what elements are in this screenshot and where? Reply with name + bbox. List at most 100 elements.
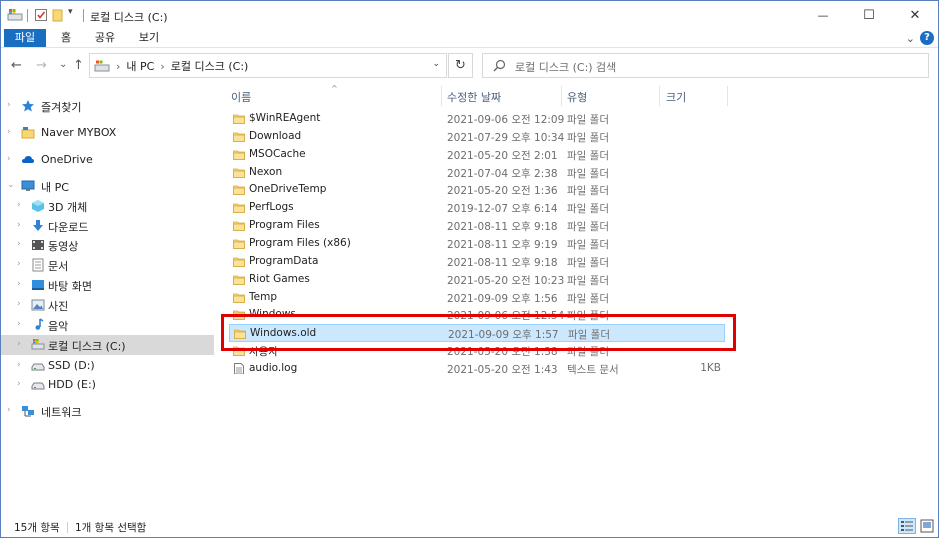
file-type: 파일 폴더 (567, 274, 609, 287)
sidebar-item[interactable]: › 바탕 화면 (1, 275, 214, 295)
expand-chevron-icon[interactable]: › (17, 339, 21, 349)
sidebar-item[interactable]: › 다운로드 (1, 216, 214, 236)
qat-customize-icon[interactable]: ▾ (68, 7, 73, 17)
new-folder-icon[interactable] (52, 8, 64, 22)
file-row[interactable]: Riot Games 2021-05-20 오전 10:23 파일 폴더 (229, 271, 725, 289)
folder-icon (233, 293, 245, 303)
tab-home[interactable]: 홈 (56, 29, 76, 47)
search-input[interactable]: 로컬 디스크 (C:) 검색 (482, 53, 929, 78)
expand-chevron-icon[interactable]: › (7, 127, 11, 137)
minimize-button[interactable]: — (800, 1, 846, 29)
expand-chevron-icon[interactable]: › (17, 379, 21, 389)
forward-button[interactable]: → (36, 58, 47, 73)
sidebar-item[interactable]: › HDD (E:) (1, 375, 214, 395)
expand-chevron-icon[interactable]: › (17, 259, 21, 269)
refresh-icon: ↻ (455, 58, 466, 73)
sidebar-item[interactable]: › 즐겨찾기 (1, 96, 214, 116)
sidebar-item[interactable]: › 로컬 디스크 (C:) (1, 335, 214, 355)
file-row[interactable]: audio.log 2021-05-20 오전 1:43 텍스트 문서 1KB (229, 360, 725, 378)
file-row[interactable]: 사용자 2021-05-20 오전 1:38 파일 폴더 (229, 342, 725, 360)
file-name: Program Files (249, 219, 320, 232)
maximize-button[interactable]: ☐ (846, 1, 892, 29)
column-header-size[interactable]: 크기 (666, 89, 686, 109)
file-row[interactable]: Program Files 2021-08-11 오후 9:18 파일 폴더 (229, 217, 725, 235)
address-dropdown-icon[interactable]: ⌄ (432, 59, 440, 69)
sidebar-item[interactable]: ⌄ 내 PC (1, 176, 214, 196)
sidebar-item[interactable]: › 사진 (1, 295, 214, 315)
file-row[interactable]: OneDriveTemp 2021-05-20 오전 1:36 파일 폴더 (229, 181, 725, 199)
column-separator[interactable] (561, 86, 562, 106)
system-drive-icon[interactable] (7, 8, 23, 22)
file-type: 파일 폴더 (567, 185, 609, 198)
title-separator (83, 9, 84, 22)
large-icons-view-button[interactable] (918, 518, 936, 534)
tab-file[interactable]: 파일 (4, 29, 46, 47)
expand-chevron-icon[interactable]: › (17, 299, 21, 309)
properties-icon[interactable] (34, 8, 48, 22)
up-button[interactable]: ↑ (73, 58, 84, 73)
recent-locations-button[interactable]: ⌄ (59, 59, 67, 70)
expand-chevron-icon[interactable]: › (17, 279, 21, 289)
sidebar-item[interactable]: › 음악 (1, 315, 214, 335)
breadcrumb-this-pc[interactable]: 내 PC (126, 58, 154, 74)
sidebar-item[interactable]: › 문서 (1, 255, 214, 275)
back-button[interactable]: ← (11, 58, 22, 73)
file-type: 파일 폴더 (567, 238, 609, 251)
sidebar-item[interactable]: › 네트워크 (1, 401, 214, 421)
column-header-type[interactable]: 유형 (567, 89, 587, 109)
breadcrumb-local-disk[interactable]: 로컬 디스크 (C:) (171, 58, 249, 74)
help-icon[interactable]: ? (920, 31, 934, 45)
breadcrumb-separator[interactable]: › (116, 60, 120, 73)
collapse-chevron-icon[interactable]: ⌄ (7, 180, 15, 190)
column-header-name[interactable]: 이름 (231, 89, 251, 109)
tab-view[interactable]: 보기 (134, 29, 164, 47)
file-row[interactable]: Download 2021-07-29 오후 10:34 파일 폴더 (229, 128, 725, 146)
expand-chevron-icon[interactable]: › (7, 405, 11, 415)
address-bar[interactable]: › 내 PC › 로컬 디스크 (C:) ⌄ (89, 53, 447, 78)
column-separator[interactable] (441, 86, 442, 106)
file-row[interactable]: Nexon 2021-07-04 오후 2:38 파일 폴더 (229, 164, 725, 182)
sidebar-item[interactable]: › 3D 개체 (1, 196, 214, 216)
file-name: Riot Games (249, 272, 310, 285)
file-row[interactable]: MSOCache 2021-05-20 오전 2:01 파일 폴더 (229, 146, 725, 164)
expand-chevron-icon[interactable]: › (17, 360, 21, 370)
folder-icon (233, 239, 245, 249)
details-view-button[interactable] (898, 518, 916, 534)
expand-chevron-icon[interactable]: › (17, 239, 21, 249)
sidebar-item[interactable]: › SSD (D:) (1, 356, 214, 376)
search-icon (493, 59, 506, 72)
file-row[interactable]: Temp 2021-09-09 오후 1:56 파일 폴더 (229, 289, 725, 307)
file-row[interactable]: PerfLogs 2019-12-07 오후 6:14 파일 폴더 (229, 199, 725, 217)
close-button[interactable]: ✕ (892, 1, 938, 29)
file-name: Temp (249, 290, 277, 303)
file-row[interactable]: Windows 2021-09-06 오전 12:54 파일 폴더 (229, 306, 725, 324)
column-separator[interactable] (659, 86, 660, 106)
breadcrumb-separator[interactable]: › (160, 60, 164, 73)
file-row[interactable]: Windows.old 2021-09-09 오후 1:57 파일 폴더 (229, 324, 725, 343)
file-row[interactable]: ProgramData 2021-08-11 오후 9:18 파일 폴더 (229, 253, 725, 271)
file-type: 파일 폴더 (567, 221, 609, 234)
folder-icon (233, 185, 245, 196)
column-header-date[interactable]: 수정한 날짜 (447, 89, 501, 109)
cube-icon (32, 200, 44, 212)
file-row[interactable]: $WinREAgent 2021-09-06 오전 12:09 파일 폴더 (229, 110, 725, 128)
column-separator[interactable] (727, 86, 728, 106)
file-row[interactable]: Program Files (x86) 2021-08-11 오후 9:19 파일 … (229, 235, 725, 253)
tab-share[interactable]: 공유 (90, 29, 120, 47)
expand-chevron-icon[interactable]: › (17, 319, 21, 329)
file-date: 2021-08-11 오후 9:18 (447, 221, 558, 234)
expand-chevron-icon[interactable]: › (7, 154, 11, 164)
file-type: 파일 폴더 (568, 329, 610, 342)
sidebar-item[interactable]: › 동영상 (1, 235, 214, 255)
sidebar-item[interactable]: › Naver MYBOX (1, 123, 214, 143)
expand-chevron-icon[interactable]: › (7, 100, 11, 110)
item-count: 15개 항목 (14, 522, 60, 534)
file-date: 2021-05-20 오전 1:36 (447, 185, 558, 198)
expand-chevron-icon[interactable]: › (17, 200, 21, 210)
refresh-button[interactable]: ↻ (448, 53, 473, 78)
sidebar-item-label: OneDrive (41, 153, 93, 166)
expand-ribbon-icon[interactable]: ⌄ (906, 32, 915, 45)
sidebar-item[interactable]: › OneDrive (1, 150, 214, 170)
folder-icon (233, 310, 245, 321)
expand-chevron-icon[interactable]: › (17, 220, 21, 230)
